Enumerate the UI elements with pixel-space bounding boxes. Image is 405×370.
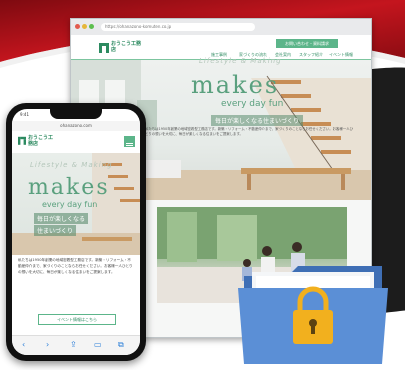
phone-screen: 9:41 ohanazono.com おうこう工務店 Lifestyle & M… — [12, 109, 140, 355]
event-info-button[interactable]: イベント情報はこちら — [38, 314, 116, 325]
mobile-hero-tagline-line2: 住まいづくり — [34, 225, 77, 236]
phone-notch — [50, 109, 102, 119]
mobile-hero-arc-text: Lifestyle & Making — [30, 161, 113, 169]
mobile-hero-subtitle: every day fun — [42, 200, 98, 209]
hero-tagline: 毎日が楽しくなる住まいづくり — [211, 115, 304, 126]
back-icon[interactable]: ‹ — [22, 340, 25, 349]
mobile-browser-toolbar: ‹ › ⇪ ▭ ⧉ — [12, 335, 140, 355]
nav-item[interactable]: スタッフ紹介 — [299, 52, 323, 58]
bookmarks-icon[interactable]: ▭ — [94, 340, 102, 349]
smartphone-mockup: 9:41 ohanazono.com おうこう工務店 Lifestyle & M… — [6, 103, 146, 361]
maximize-dot-icon[interactable] — [89, 24, 94, 29]
status-time: 9:41 — [20, 112, 29, 117]
share-icon[interactable]: ⇪ — [70, 340, 77, 349]
forward-icon[interactable]: › — [46, 340, 49, 349]
hero-arc-text: Lifestyle & Making — [199, 57, 282, 65]
close-dot-icon[interactable] — [75, 24, 80, 29]
hero-title: makes — [191, 71, 280, 99]
tabs-icon[interactable]: ⧉ — [118, 340, 124, 350]
hero-subtitle: every day fun — [221, 99, 284, 109]
browser-toolbar: https://ohanazono-komuten.co.jp — [71, 19, 371, 36]
brand-name: おうこう工務店 — [111, 41, 142, 53]
mobile-hero-tagline-line1: 毎日が楽しくなる — [34, 213, 89, 224]
house-logo-icon[interactable] — [18, 135, 26, 145]
hero-body-text: 私たちは1950年創業の地域密着型工務店です。新築・リフォーム・不動産仲介まで、… — [145, 127, 353, 136]
address-bar[interactable]: https://ohanazono-komuten.co.jp — [101, 23, 255, 31]
hamburger-menu-icon[interactable] — [124, 136, 135, 148]
mobile-brand-name: おうこう工務店 — [28, 135, 54, 147]
mobile-hero-title: makes — [28, 175, 110, 200]
nav-item[interactable]: イベント情報 — [329, 52, 353, 58]
mobile-body-text: 私たちは1950年創業の地域密着型工務店です。新築・リフォーム・不動産仲介まで、… — [18, 258, 133, 274]
folder-icon — [238, 266, 388, 364]
contact-button[interactable]: お問い合わせ・資料請求 — [276, 39, 338, 48]
minimize-dot-icon[interactable] — [82, 24, 87, 29]
house-logo-icon[interactable] — [99, 41, 109, 53]
